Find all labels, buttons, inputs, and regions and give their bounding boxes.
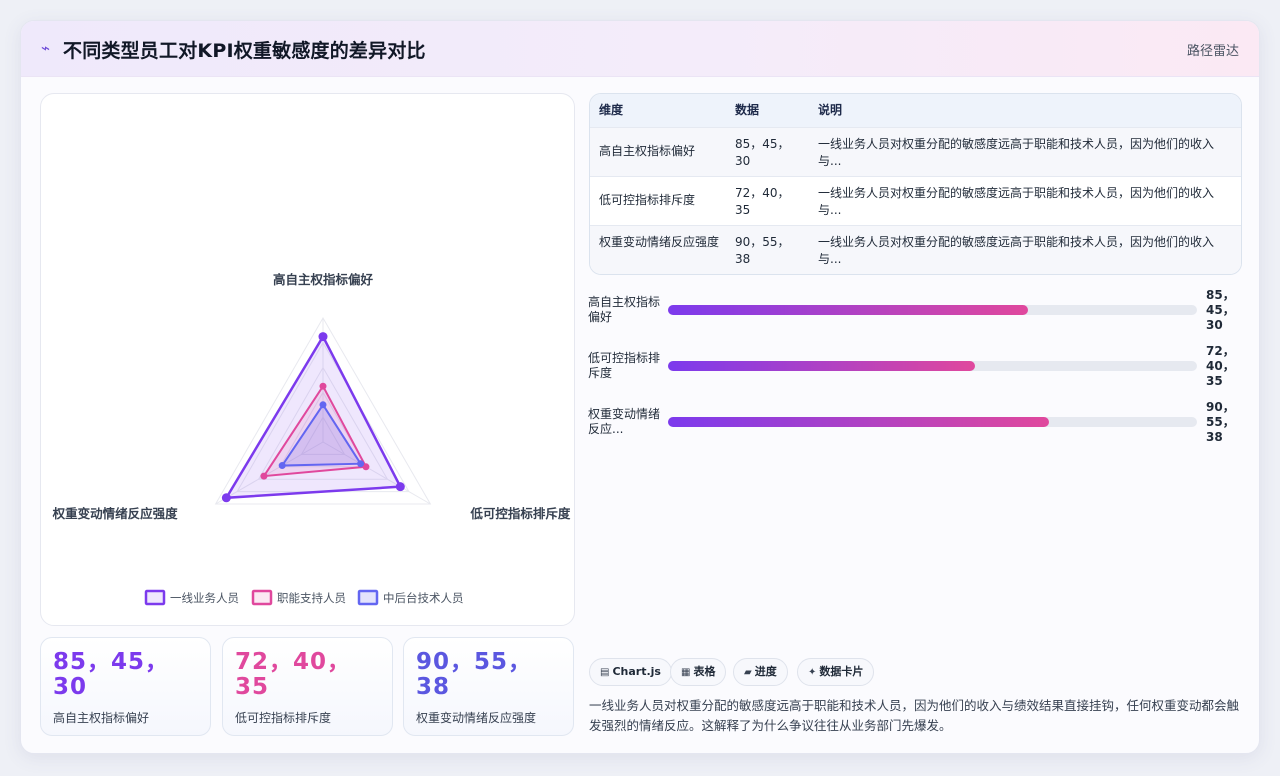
chip-label: 数据卡片 xyxy=(819,665,864,678)
legend-label: 一线业务人员 xyxy=(170,591,239,605)
data-table: 维度 数据 说明 高自主权指标偏好 85，45，30 一线业务人员对权重分配的敏… xyxy=(589,93,1242,275)
radar-point xyxy=(395,482,405,492)
progress-row: 低可控指标排斥度 72，40，35 xyxy=(588,344,1242,405)
table-cell-data: 85，45，30 xyxy=(735,137,790,168)
radar-point xyxy=(319,401,327,409)
progress-fill xyxy=(668,417,1049,427)
legend-swatch xyxy=(144,589,166,606)
legend-label: 中后台技术人员 xyxy=(383,591,464,605)
progress-value: 90，55，38 xyxy=(1206,400,1235,444)
radar-axis-label: 低可控指标排斥度 xyxy=(469,506,571,521)
progress-label: 权重变动情绪反应... xyxy=(588,407,661,436)
progress-fill xyxy=(668,361,975,371)
table-cell-data: 72，40，35 xyxy=(735,186,790,217)
progress-value: 72，40，35 xyxy=(1206,344,1235,388)
table-header-data: 数据 xyxy=(735,103,760,117)
chip-table[interactable]: ▦ 表格 xyxy=(670,658,727,686)
chip-label: 进度 xyxy=(754,665,777,678)
chart-type-tag: 路径雷达 xyxy=(1186,44,1239,59)
chip-data-card[interactable]: ✦ 数据卡片 xyxy=(797,658,875,686)
progress-fill xyxy=(668,305,1028,315)
header-bar: ⌁ 不同类型员工对KPI权重敏感度的差异对比 路径雷达 xyxy=(21,21,1259,77)
stat-value: 90，55，38 xyxy=(416,649,533,700)
page-title: 不同类型员工对KPI权重敏感度的差异对比 xyxy=(63,40,426,62)
progress-label: 低可控指标排斥度 xyxy=(588,351,661,380)
dashboard-card: ⌁ 不同类型员工对KPI权重敏感度的差异对比 路径雷达 高自主权指标偏好 低可控指… xyxy=(20,20,1260,754)
radar-point xyxy=(260,472,268,480)
chip-label: Chart.js xyxy=(612,665,661,678)
progress-list: 高自主权指标偏好 85，45，30 低可控指标排斥度 72，40，35 权重变动… xyxy=(588,288,1242,453)
table-cell-dimension: 权重变动情绪反应强度 xyxy=(599,235,720,249)
table-cell-data: 90，55，38 xyxy=(735,235,790,266)
summary-text: 一线业务人员对权重分配的敏感度远高于职能和技术人员，因为他们的收入与绩效结果直接… xyxy=(589,698,1240,733)
progress-track xyxy=(668,305,1197,315)
progress-icon: ▰ xyxy=(744,667,752,678)
progress-track xyxy=(668,417,1197,427)
radar-chart-panel: 高自主权指标偏好低可控指标排斥度 权重变动情绪反应强度一线业务人员 职能支持人员 中后… xyxy=(40,93,575,626)
chart-icon: ▤ xyxy=(600,667,610,678)
stat-label: 高自主权指标偏好 xyxy=(53,711,150,725)
radar-axis-label: 权重变动情绪反应强度 xyxy=(52,506,179,521)
radar-point xyxy=(221,493,231,503)
radar-point xyxy=(278,462,286,470)
legend-swatch xyxy=(357,589,379,606)
stat-card-uncontrollable: 72，40，35 低可控指标排斥度 xyxy=(222,637,393,736)
stat-value: 85，45，30 xyxy=(53,649,170,700)
radar-point xyxy=(318,332,328,342)
progress-track xyxy=(668,361,1197,371)
pulse-icon: ⌁ xyxy=(41,39,51,57)
stat-label: 权重变动情绪反应强度 xyxy=(416,711,537,725)
legend-swatch xyxy=(251,589,273,606)
radar-point xyxy=(357,460,365,468)
chip-chartjs[interactable]: ▤ Chart.js xyxy=(589,658,672,686)
table-cell-dimension: 低可控指标排斥度 xyxy=(599,193,696,207)
stat-value: 72，40，35 xyxy=(235,649,352,700)
progress-row: 权重变动情绪反应... 90，55，38 xyxy=(588,400,1242,461)
progress-row: 高自主权指标偏好 85，45，30 xyxy=(588,288,1242,349)
table-header-description: 说明 xyxy=(818,103,843,117)
card-icon: ✦ xyxy=(808,667,817,678)
radar-chart: 高自主权指标偏好低可控指标排斥度 权重变动情绪反应强度一线业务人员 职能支持人员 中后… xyxy=(52,272,571,606)
table-cell-description: 一线业务人员对权重分配的敏感度远高于职能和技术人员，因为他们的收入与... xyxy=(818,186,1215,217)
table-row: 低可控指标排斥度 72，40，35 一线业务人员对权重分配的敏感度远高于职能和技… xyxy=(590,176,1241,225)
chip-label: 表格 xyxy=(693,665,716,678)
progress-value: 85，45，30 xyxy=(1206,288,1235,332)
table-header-row: 维度 数据 说明 xyxy=(590,94,1241,127)
table-icon: ▦ xyxy=(681,667,691,678)
table-cell-description: 一线业务人员对权重分配的敏感度远高于职能和技术人员，因为他们的收入与... xyxy=(818,137,1215,168)
stat-card-emotion: 90，55，38 权重变动情绪反应强度 xyxy=(403,637,574,736)
table-cell-description: 一线业务人员对权重分配的敏感度远高于职能和技术人员，因为他们的收入与... xyxy=(818,235,1215,266)
table-row: 权重变动情绪反应强度 90，55，38 一线业务人员对权重分配的敏感度远高于职能… xyxy=(590,225,1241,274)
table-row: 高自主权指标偏好 85，45，30 一线业务人员对权重分配的敏感度远高于职能和技… xyxy=(590,127,1241,176)
radar-axis-label: 高自主权指标偏好 xyxy=(273,272,374,287)
legend-label: 职能支持人员 xyxy=(277,591,346,605)
stat-label: 低可控指标排斥度 xyxy=(235,711,332,725)
chip-progress[interactable]: ▰ 进度 xyxy=(733,658,788,686)
stat-card-autonomy: 85，45，30 高自主权指标偏好 xyxy=(40,637,211,736)
table-cell-dimension: 高自主权指标偏好 xyxy=(599,144,696,158)
radar-point xyxy=(319,382,327,390)
progress-label: 高自主权指标偏好 xyxy=(588,295,661,324)
table-header-dimension: 维度 xyxy=(599,103,624,117)
